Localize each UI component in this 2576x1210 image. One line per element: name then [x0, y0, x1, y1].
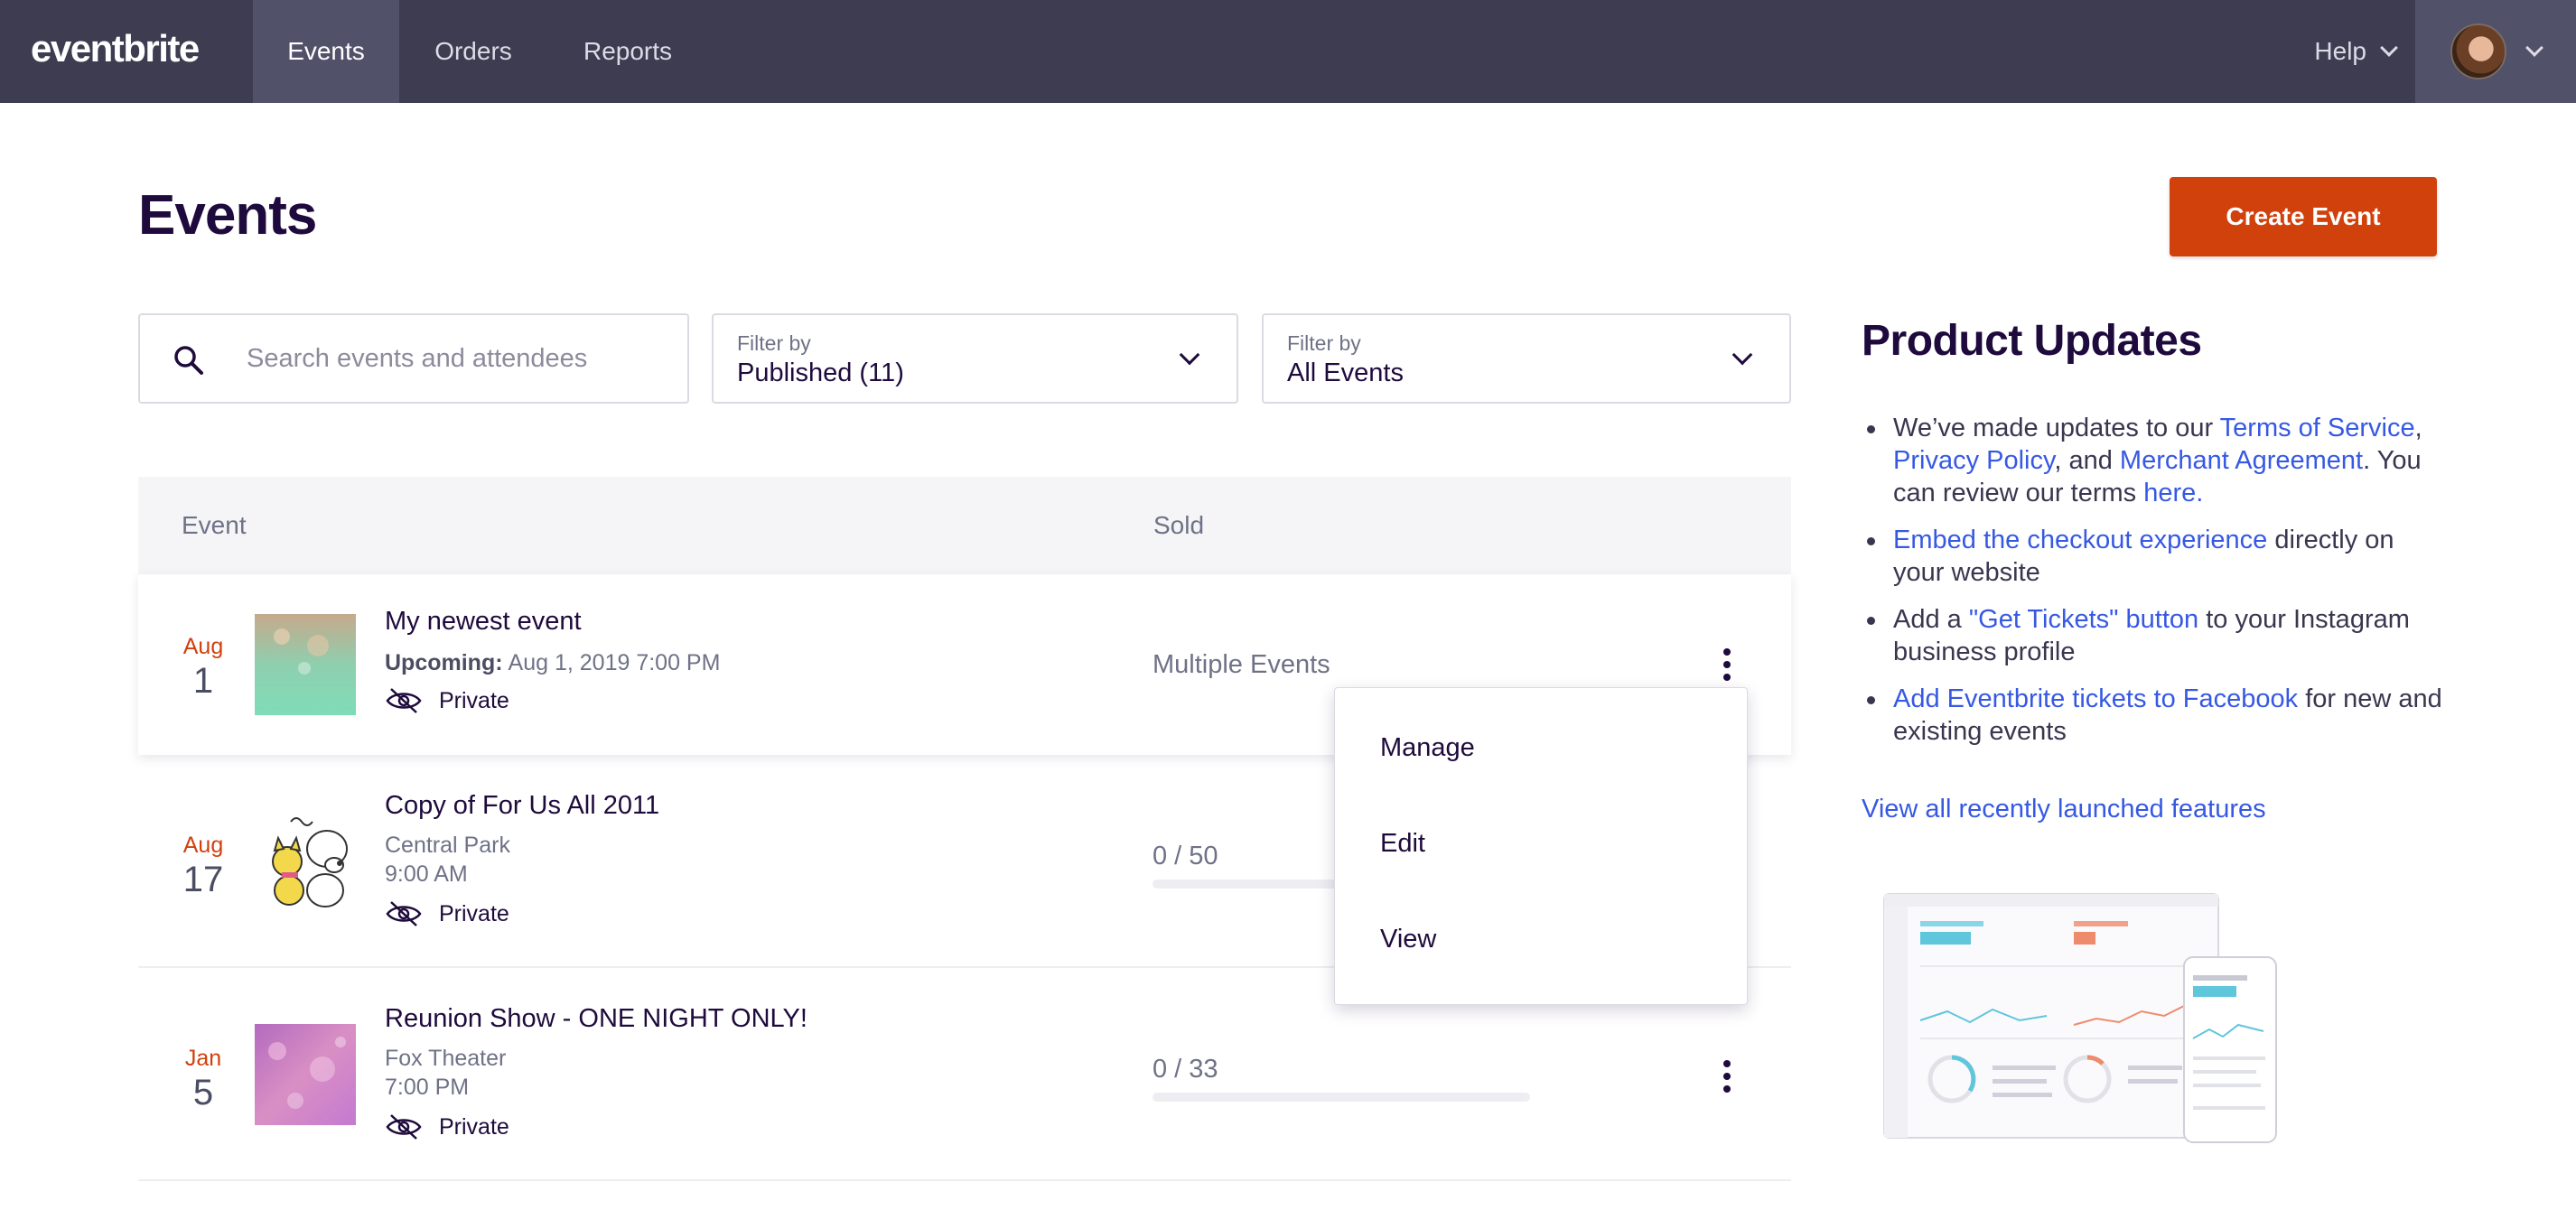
filter-label: Filter by	[737, 331, 811, 355]
event-title[interactable]: Copy of For Us All 2011	[385, 791, 659, 821]
list-item: Add a "Get Tickets" button to your Insta…	[1862, 603, 2449, 668]
sold-count: Multiple Events	[1153, 650, 1330, 679]
column-header-event: Event	[182, 511, 247, 539]
menu-item-edit[interactable]: Edit	[1380, 829, 1425, 859]
event-thumbnail[interactable]	[255, 811, 356, 912]
sold-count: 0 / 33	[1153, 1055, 1218, 1084]
sold-count: 0 / 50	[1153, 842, 1218, 870]
event-month: Aug	[182, 833, 224, 858]
help-menu[interactable]: Help	[2314, 0, 2398, 103]
product-updates-list: We’ve made updates to our Terms of Servi…	[1862, 412, 2449, 762]
privacy-policy-link[interactable]: Privacy Policy	[1893, 446, 2054, 475]
filter-value: Published (11)	[737, 358, 904, 387]
event-title[interactable]: Reunion Show - ONE NIGHT ONLY!	[385, 1004, 807, 1034]
search-box[interactable]	[138, 313, 689, 404]
top-navigation: eventbrite Events Orders Reports Help	[0, 0, 2576, 103]
nav-tab-events[interactable]: Events	[253, 0, 399, 103]
search-input[interactable]	[247, 315, 671, 402]
get-tickets-button-link[interactable]: "Get Tickets" button	[1969, 605, 2198, 634]
nav-tab-reports[interactable]: Reports	[547, 0, 708, 103]
eye-off-icon	[386, 1114, 422, 1140]
event-type-filter-dropdown[interactable]: Filter by All Events	[1262, 313, 1791, 404]
event-venue: Fox Theater	[385, 1046, 507, 1071]
page-title: Events	[138, 184, 317, 247]
event-thumbnail[interactable]	[255, 614, 356, 715]
search-icon	[174, 346, 203, 375]
event-venue: Central Park	[385, 833, 510, 858]
account-menu[interactable]	[2415, 0, 2576, 103]
update-text: ,	[2414, 414, 2422, 442]
event-month: Aug	[182, 634, 224, 659]
status-filter-dropdown[interactable]: Filter by Published (11)	[712, 313, 1238, 404]
visibility-label: Private	[439, 1113, 509, 1140]
visibility-label: Private	[439, 687, 509, 713]
product-updates-title: Product Updates	[1862, 317, 2202, 365]
more-actions-icon[interactable]	[1709, 1054, 1745, 1099]
column-header-sold: Sold	[1153, 511, 1205, 539]
merchant-agreement-link[interactable]: Merchant Agreement	[2120, 446, 2363, 475]
list-item: Embed the checkout experience directly o…	[1862, 524, 2449, 589]
avatar	[2450, 23, 2506, 79]
update-text: We’ve made updates to our	[1893, 414, 2220, 442]
list-item: We’ve made updates to our Terms of Servi…	[1862, 412, 2449, 509]
event-date: Aug 1, 2019 7:00 PM	[508, 650, 721, 675]
view-all-features-link[interactable]: View all recently launched features	[1862, 795, 2266, 824]
eye-off-icon	[386, 688, 422, 713]
visibility-indicator: Private	[385, 899, 509, 928]
embed-checkout-link[interactable]: Embed the checkout experience	[1893, 526, 2267, 554]
visibility-indicator: Private	[385, 1112, 509, 1141]
review-terms-link[interactable]: here.	[2143, 479, 2203, 507]
update-text: Add a	[1893, 605, 1969, 634]
event-datetime: Upcoming: Aug 1, 2019 7:00 PM	[385, 650, 720, 676]
create-event-button[interactable]: Create Event	[2170, 177, 2437, 256]
more-actions-icon[interactable]	[1709, 642, 1745, 687]
event-thumbnail[interactable]	[255, 1024, 356, 1125]
event-title[interactable]: My newest event	[385, 607, 582, 637]
visibility-label: Private	[439, 900, 509, 926]
event-day: 5	[192, 1073, 214, 1112]
event-time: 9:00 AM	[385, 861, 468, 887]
chevron-down-icon	[2525, 39, 2543, 57]
event-day: 1	[192, 661, 214, 701]
menu-item-view[interactable]: View	[1380, 925, 1436, 954]
event-day: 17	[182, 860, 224, 899]
dashboard-preview-image	[1883, 893, 2277, 1143]
chevron-down-icon	[1731, 344, 1753, 366]
nav-tab-orders[interactable]: Orders	[399, 0, 547, 103]
chevron-down-icon	[2380, 39, 2398, 57]
sold-progress-bar	[1153, 1093, 1530, 1102]
eventbrite-logo[interactable]: eventbrite	[31, 27, 200, 70]
eye-off-icon	[386, 901, 422, 926]
row-actions-menu: Manage Edit View	[1334, 687, 1748, 1005]
events-table-header: Event Sold	[138, 477, 1791, 574]
chevron-down-icon	[1179, 344, 1200, 366]
update-text: , and	[2054, 446, 2120, 475]
event-status-label: Upcoming:	[385, 650, 503, 675]
facebook-tickets-link[interactable]: Add Eventbrite tickets to Facebook	[1893, 684, 2298, 713]
list-item: Add Eventbrite tickets to Facebook for n…	[1862, 683, 2449, 748]
filter-value: All Events	[1287, 358, 1404, 387]
terms-of-service-link[interactable]: Terms of Service	[2220, 414, 2415, 442]
event-month: Jan	[184, 1046, 222, 1071]
event-time: 7:00 PM	[385, 1075, 470, 1100]
menu-item-manage[interactable]: Manage	[1380, 733, 1475, 763]
filter-label: Filter by	[1287, 331, 1361, 355]
visibility-indicator: Private	[385, 686, 509, 715]
help-label: Help	[2314, 37, 2366, 65]
